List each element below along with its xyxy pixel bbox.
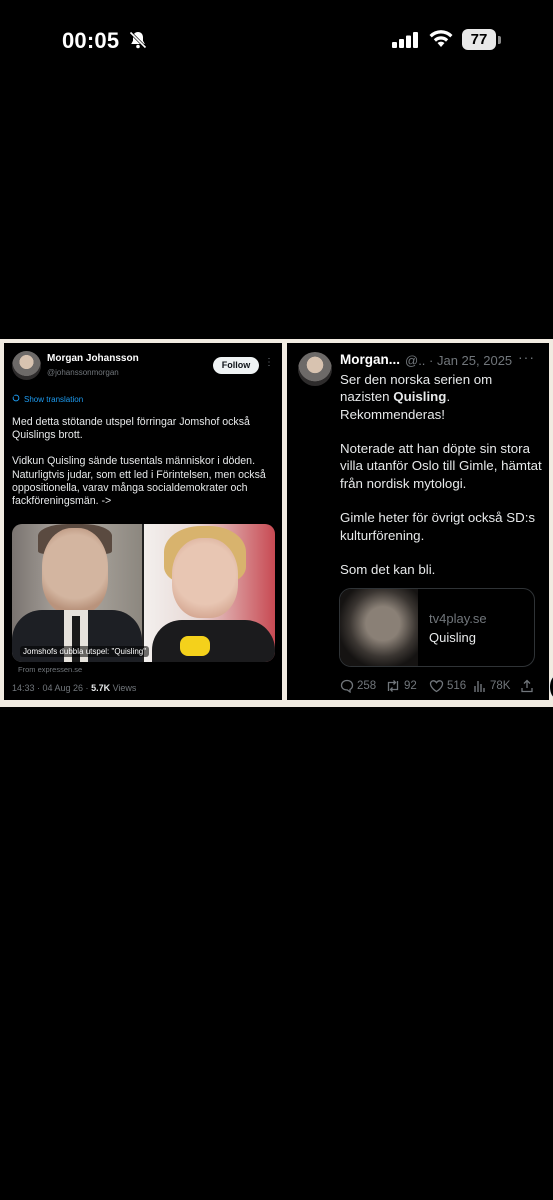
tweet-paragraph: Vidkun Quisling sände tusentals människo… — [12, 455, 266, 508]
status-time: 00:05 — [62, 28, 120, 53]
link-media-card[interactable]: Jomshofs dubbla utspel: "Quisling" — [12, 524, 275, 662]
source-link[interactable]: From expressen.se — [18, 665, 82, 674]
reply-icon — [340, 679, 354, 693]
author-name[interactable]: Morgan... — [340, 352, 400, 367]
battery-icon: 77 — [462, 29, 496, 50]
right-tweet[interactable]: Morgan... @.. · Jan 25, 2025 ··· Ser den… — [287, 343, 549, 700]
link-preview-card[interactable]: tv4play.se Quisling — [339, 588, 535, 667]
views-count: 78K — [490, 680, 511, 692]
text-run: . — [446, 389, 451, 405]
share-icon — [521, 679, 533, 693]
cellular-signal-icon — [392, 32, 418, 48]
reply-button[interactable]: 258 — [340, 679, 376, 693]
media-caption: Jomshofs dubbla utspel: "Quisling" — [20, 646, 150, 657]
views-label: Views — [110, 683, 137, 693]
tweet-text: Ser den norska serien om nazisten Quisli… — [340, 371, 545, 596]
author-name[interactable]: Morgan Johansson — [47, 353, 139, 364]
views-count: 5.7K — [91, 683, 111, 693]
card-thumbnail — [340, 589, 418, 666]
like-count: 516 — [447, 680, 467, 692]
text-run: Rekommenderas! — [340, 406, 445, 422]
tweet-paragraph: Med detta stötande utspel förringar Joms… — [12, 416, 250, 442]
photo-detail — [42, 528, 108, 614]
tweet-text: Med detta stötande utspel förringar Joms… — [12, 416, 276, 521]
partial-button-edge — [549, 675, 553, 699]
battery-nub — [498, 36, 501, 44]
wifi-icon — [429, 30, 453, 47]
tweet-paragraph: Som det kan bli. — [340, 562, 436, 578]
tweet-paragraph: Ser den norska serien om nazisten Quisli… — [340, 371, 545, 423]
tweet-meta: 14:33 · 04 Aug 26 · 5.7K Views — [12, 683, 136, 693]
photo-detail — [152, 620, 275, 662]
avatar[interactable] — [298, 352, 332, 386]
tweet-comparison-strip: Morgan Johansson @johanssonmorgan Follow… — [0, 339, 553, 707]
card-domain: tv4play.se — [429, 611, 487, 626]
follow-button[interactable]: Follow — [213, 357, 259, 374]
status-bar: 00:05 77 — [0, 0, 553, 82]
like-button[interactable]: 516 — [429, 679, 466, 693]
author-handle[interactable]: @johanssonmorgan — [47, 368, 119, 377]
views-icon — [474, 681, 485, 692]
show-translation-link[interactable]: Show translation — [12, 394, 83, 404]
left-tweet[interactable]: Morgan Johansson @johanssonmorgan Follow… — [4, 343, 282, 700]
tweet-paragraph: Gimle heter för övrigt också SD:s kultur… — [340, 510, 536, 543]
photo-detail — [172, 538, 238, 618]
repost-button[interactable]: 92 — [385, 679, 417, 693]
avatar[interactable] — [12, 351, 41, 380]
timestamp: 14:33 · 04 Aug 26 · — [12, 683, 92, 693]
repost-count: 92 — [404, 680, 417, 692]
more-options-icon[interactable]: ··· — [518, 349, 535, 365]
card-title: Quisling — [429, 630, 476, 645]
reply-count: 258 — [357, 680, 377, 692]
bell-slash-icon — [129, 31, 147, 49]
photo-detail — [180, 636, 210, 656]
repost-icon — [387, 680, 399, 692]
bold-text: Quisling — [393, 389, 447, 405]
handle-and-date[interactable]: @.. · Jan 25, 2025 — [405, 353, 512, 368]
views-button[interactable]: 78K — [473, 679, 510, 693]
heart-icon — [429, 680, 444, 693]
show-translation-label: Show translation — [24, 395, 84, 404]
share-button[interactable] — [520, 679, 537, 693]
more-options-icon[interactable]: ⋮ — [264, 357, 274, 368]
tweet-paragraph: Noterade att han döpte sin stora villa u… — [340, 441, 542, 491]
translate-icon — [12, 394, 20, 402]
